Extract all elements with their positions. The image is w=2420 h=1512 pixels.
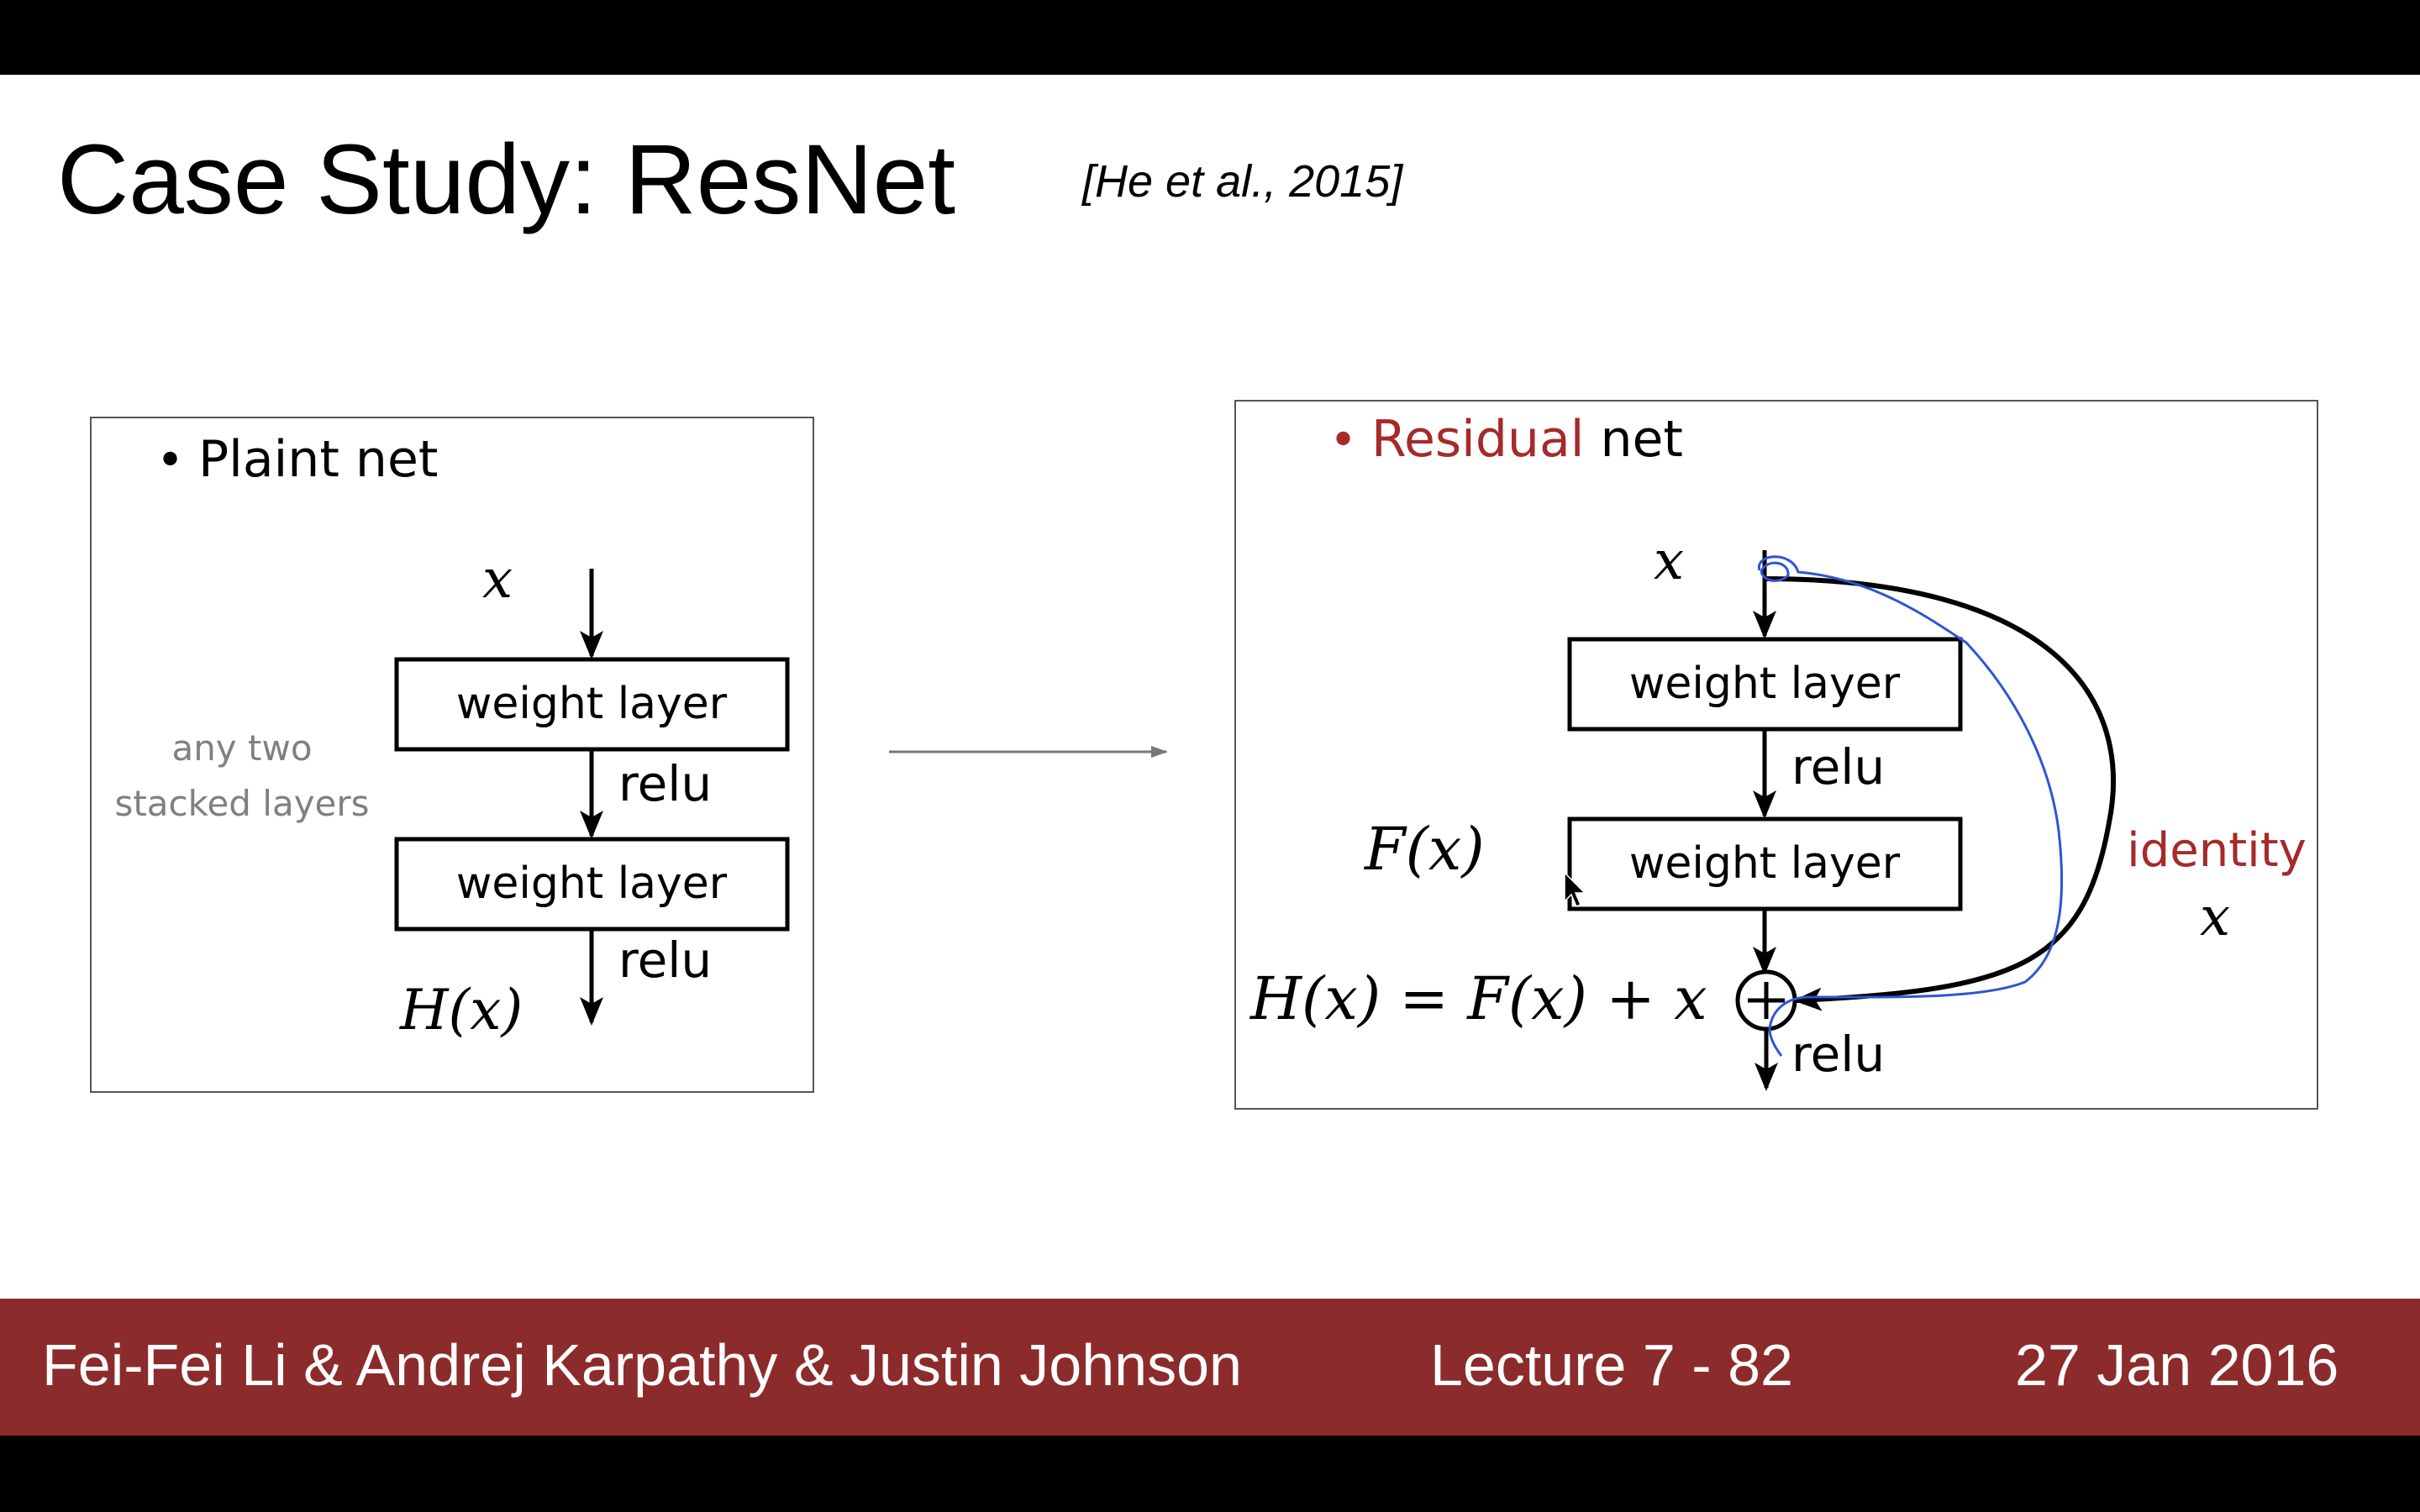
diagram-canvas: • Plaint net x weight layer relu weight … — [90, 400, 2318, 1110]
residual-net-heading: Residual net — [1371, 410, 1683, 469]
plain-weight-layer-2-label: weight layer — [456, 858, 728, 909]
residual-weight-layer-1-label: weight layer — [1629, 659, 1901, 709]
residual-relu-1: relu — [1791, 738, 1885, 795]
residual-function-label: F(x) — [1363, 815, 1485, 884]
slide-footer: Fei-Fei Li & Andrej Karpathy & Justin Jo… — [0, 1299, 2420, 1436]
identity-var: x — [2200, 886, 2230, 948]
residual-relu-out: relu — [1791, 1026, 1885, 1083]
plain-weight-layer-1-label: weight layer — [456, 679, 728, 729]
plain-net-output: H(x) — [399, 978, 523, 1042]
residual-net-panel: • Residual net x weight layer relu weigh… — [1234, 400, 2318, 1110]
residual-heading-rest: net — [1584, 410, 1683, 469]
footer-authors: Fei-Fei Li & Andrej Karpathy & Justin Jo… — [42, 1332, 1242, 1398]
plain-net-panel: • Plaint net x weight layer relu weight … — [90, 417, 814, 1093]
footer-date: 27 Jan 2016 — [2015, 1332, 2339, 1398]
plain-relu-2: relu — [618, 932, 712, 989]
slide: Case Study: ResNet [He et al., 2015] • P… — [0, 75, 2420, 1436]
residual-net-input: x — [1654, 530, 1684, 592]
residual-net-bullet: • — [1329, 413, 1357, 468]
plus-circle-icon — [1735, 969, 1797, 1032]
residual-heading-accent: Residual — [1371, 410, 1584, 469]
side-note-line-2: stacked layers — [114, 783, 369, 824]
plain-net-heading: Plaint net — [198, 430, 438, 489]
residual-equation: H(x) = F(x) + x — [1249, 964, 1707, 1033]
plain-net-bullet: • — [156, 433, 184, 488]
identity-label: identity — [2127, 823, 2307, 878]
side-note-line-1: any two — [171, 727, 312, 769]
residual-weight-layer-2-label: weight layer — [1629, 838, 1901, 889]
plain-relu-1: relu — [618, 755, 712, 812]
footer-lecture: Lecture 7 - 82 — [1430, 1332, 1793, 1398]
plain-net-input: x — [482, 549, 513, 611]
